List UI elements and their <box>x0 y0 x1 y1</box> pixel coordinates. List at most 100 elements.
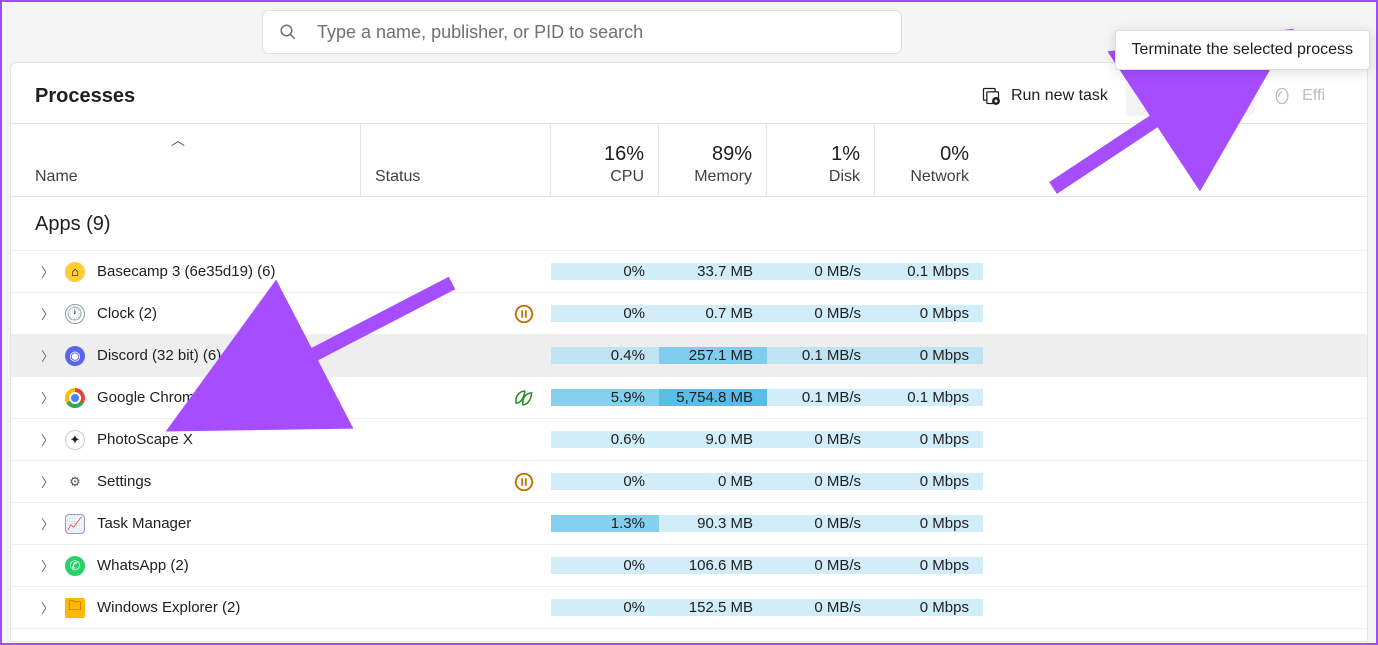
cpu-cell: 0% <box>551 305 659 322</box>
process-row[interactable]: 〉🗀Windows Explorer (2)0%152.5 MB0 MB/s0 … <box>11 587 1367 629</box>
network-cell: 0.1 Mbps <box>875 263 983 280</box>
memory-cell: 0.7 MB <box>659 305 767 322</box>
chevron-right-icon[interactable]: 〉 <box>41 346 53 365</box>
efficiency-label: Effi <box>1302 87 1325 105</box>
chevron-right-icon[interactable]: 〉 <box>41 430 53 449</box>
process-name: Google Chrome (61) <box>97 389 234 406</box>
cpu-cell: 0% <box>551 263 659 280</box>
disk-cell: 0 MB/s <box>767 263 875 280</box>
process-name-cell: 〉🗀Windows Explorer (2) <box>11 598 361 618</box>
memory-cell: 90.3 MB <box>659 515 767 532</box>
disk-total: 1% <box>767 143 860 166</box>
col-status-header[interactable]: Status <box>361 124 551 196</box>
network-cell: 0 Mbps <box>875 599 983 616</box>
cpu-label: CPU <box>551 168 644 186</box>
network-label: Network <box>875 168 969 186</box>
disk-cell: 0 MB/s <box>767 431 875 448</box>
chevron-right-icon[interactable]: 〉 <box>41 514 53 533</box>
process-status-cell <box>361 471 551 493</box>
network-cell: 0 Mbps <box>875 347 983 364</box>
cpu-cell: 0.4% <box>551 347 659 364</box>
pause-status-icon <box>513 303 535 325</box>
processes-panel: Processes Run new task End task Effi ︿ N… <box>10 62 1368 642</box>
app-icon <box>65 388 85 408</box>
process-name: Windows Explorer (2) <box>97 599 240 616</box>
cpu-cell: 0.6% <box>551 431 659 448</box>
cpu-cell: 0% <box>551 557 659 574</box>
chevron-right-icon[interactable]: 〉 <box>41 472 53 491</box>
run-new-task-button[interactable]: Run new task <box>963 76 1126 116</box>
run-new-task-label: Run new task <box>1011 87 1108 105</box>
memory-cell: 5,754.8 MB <box>659 389 767 406</box>
chevron-right-icon[interactable]: 〉 <box>41 304 53 323</box>
memory-cell: 9.0 MB <box>659 431 767 448</box>
col-network-header[interactable]: 0% Network <box>875 124 983 196</box>
leaf-status-icon <box>511 387 535 409</box>
app-icon: ⌂ <box>65 262 85 282</box>
network-cell: 0 Mbps <box>875 557 983 574</box>
process-row[interactable]: 〉⌂Basecamp 3 (6e35d19) (6)0%33.7 MB0 MB/… <box>11 251 1367 293</box>
end-task-icon <box>1144 86 1164 106</box>
disk-cell: 0 MB/s <box>767 473 875 490</box>
col-cpu-header[interactable]: 16% CPU <box>551 124 659 196</box>
network-cell: 0 Mbps <box>875 431 983 448</box>
search-input[interactable] <box>317 22 885 43</box>
process-row[interactable]: 〉Google Chrome (61)5.9%5,754.8 MB0.1 MB/… <box>11 377 1367 419</box>
column-headers: ︿ Name Status 16% CPU 89% Memory 1% Disk… <box>11 123 1367 197</box>
end-task-button[interactable]: End task <box>1126 76 1254 116</box>
cpu-cell: 1.3% <box>551 515 659 532</box>
chevron-right-icon[interactable]: 〉 <box>41 388 53 407</box>
search-icon <box>279 23 297 41</box>
cpu-total: 16% <box>551 143 644 166</box>
process-name-cell: 〉◉Discord (32 bit) (6) <box>11 346 361 366</box>
memory-cell: 152.5 MB <box>659 599 767 616</box>
network-cell: 0 Mbps <box>875 515 983 532</box>
process-name-cell: 〉 Google Chrome (61) <box>11 388 361 408</box>
process-status-cell <box>361 387 551 409</box>
disk-cell: 0 MB/s <box>767 305 875 322</box>
process-row[interactable]: 〉⚙Settings0%0 MB0 MB/s0 Mbps <box>11 461 1367 503</box>
panel-actions: Run new task End task Effi <box>963 76 1343 116</box>
memory-label: Memory <box>659 168 752 186</box>
chevron-right-icon[interactable]: 〉 <box>41 598 53 617</box>
chevron-right-icon[interactable]: 〉 <box>41 556 53 575</box>
process-row[interactable]: 〉📈Task Manager1.3%90.3 MB0 MB/s0 Mbps <box>11 503 1367 545</box>
col-name-header[interactable]: ︿ Name <box>11 124 361 196</box>
col-name-label: Name <box>35 168 360 186</box>
sort-indicator-icon: ︿ <box>171 130 185 150</box>
app-icon: 🕐 <box>65 304 85 324</box>
cpu-cell: 0% <box>551 473 659 490</box>
process-name-cell: 〉 ✆ WhatsApp (2) <box>11 556 361 576</box>
process-name-cell: 〉✦PhotoScape X <box>11 430 361 450</box>
chevron-right-icon[interactable]: 〉 <box>41 262 53 281</box>
memory-cell: 0 MB <box>659 473 767 490</box>
col-disk-header[interactable]: 1% Disk <box>767 124 875 196</box>
cpu-cell: 0% <box>551 599 659 616</box>
process-name: WhatsApp (2) <box>97 557 189 574</box>
process-name-cell: 〉🕐Clock (2) <box>11 304 361 324</box>
end-task-tooltip: Terminate the selected process <box>1115 30 1370 70</box>
app-icon: ◉ <box>65 346 85 366</box>
process-name-cell: 〉⌂Basecamp 3 (6e35d19) (6) <box>11 262 361 282</box>
process-name: PhotoScape X <box>97 431 193 448</box>
efficiency-button[interactable]: Effi <box>1254 76 1343 116</box>
col-memory-header[interactable]: 89% Memory <box>659 124 767 196</box>
process-name-cell: 〉📈Task Manager <box>11 514 361 534</box>
panel-header: Processes Run new task End task Effi <box>11 63 1367 123</box>
end-task-label: End task <box>1174 87 1236 105</box>
apps-group-header[interactable]: Apps (9) <box>11 197 1367 251</box>
network-cell: 0 Mbps <box>875 473 983 490</box>
disk-cell: 0.1 MB/s <box>767 347 875 364</box>
col-status-label: Status <box>375 168 550 186</box>
search-field-wrap[interactable] <box>262 10 902 54</box>
process-row[interactable]: 〉✆WhatsApp (2)0%106.6 MB0 MB/s0 Mbps <box>11 545 1367 587</box>
process-row[interactable]: 〉✦PhotoScape X 0.6%9.0 MB0 MB/s0 Mbps <box>11 419 1367 461</box>
disk-cell: 0.1 MB/s <box>767 389 875 406</box>
process-row[interactable]: 〉🕐Clock (2)0%0.7 MB0 MB/s0 Mbps <box>11 293 1367 335</box>
panel-title: Processes <box>35 85 135 108</box>
process-row[interactable]: 〉◉Discord (32 bit) (6)0.4%257.1 MB0.1 MB… <box>11 335 1367 377</box>
app-icon: ✆ <box>65 556 85 576</box>
memory-cell: 33.7 MB <box>659 263 767 280</box>
run-task-icon <box>981 86 1001 106</box>
process-name: Task Manager <box>97 515 191 532</box>
